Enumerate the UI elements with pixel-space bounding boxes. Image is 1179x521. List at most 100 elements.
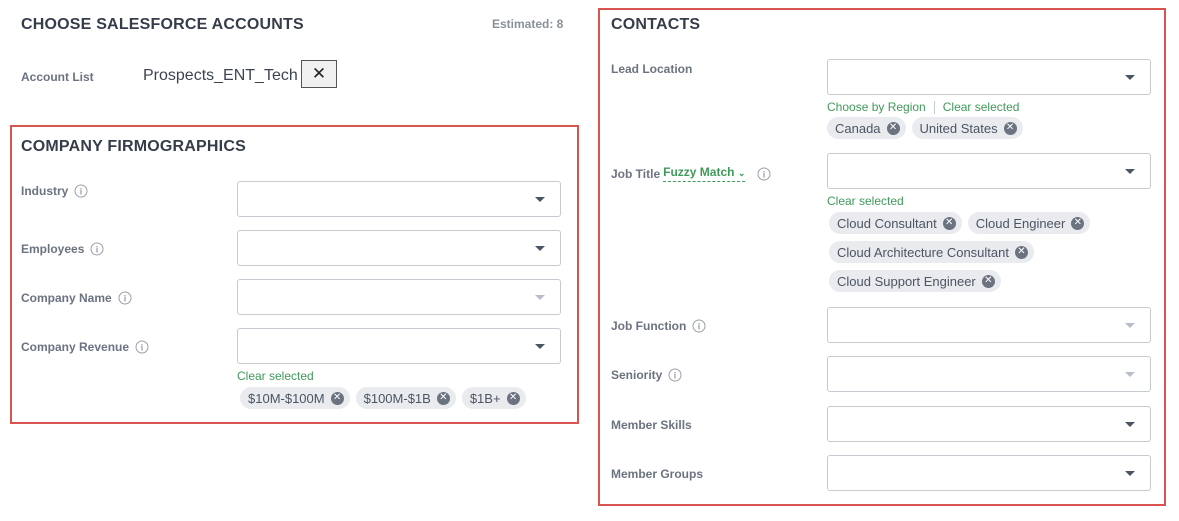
location-chip-list: Canada ✕ United States ✕ [827, 117, 1023, 139]
lead-location-select[interactable] [827, 59, 1151, 95]
svg-text:i: i [141, 343, 144, 353]
chip-label: Cloud Architecture Consultant [837, 244, 1009, 260]
remove-chip-icon[interactable]: ✕ [886, 121, 900, 135]
revenue-clear-selected-link[interactable]: Clear selected [237, 369, 314, 383]
chevron-down-icon [1125, 323, 1135, 328]
info-icon[interactable]: i [118, 291, 132, 305]
member-groups-select[interactable] [827, 455, 1151, 491]
member-groups-label: Member Groups [611, 467, 704, 481]
company-revenue-select[interactable] [237, 328, 561, 364]
fuzzy-match-toggle[interactable]: Fuzzy Match ⌄ [663, 165, 746, 182]
company-revenue-label: Company Revenue i [21, 340, 149, 354]
job-title-label-text: Job Title [611, 166, 661, 181]
account-list-value: Prospects_ENT_Tech [143, 67, 298, 84]
firmographics-section-title: COMPANY FIRMOGRAPHICS [21, 138, 246, 155]
remove-chip-icon[interactable]: ✕ [1014, 245, 1028, 259]
revenue-chip: $10M-$100M ✕ [240, 387, 350, 409]
chevron-down-icon [535, 197, 545, 202]
job-title-clear-selected-link[interactable]: Clear selected [827, 194, 904, 208]
job-title-chip: Cloud Engineer ✕ [967, 212, 1091, 234]
lead-location-label: Lead Location [611, 62, 693, 76]
chip-label: $100M-$1B [363, 390, 431, 406]
industry-select[interactable] [237, 181, 561, 217]
seniority-select[interactable] [827, 356, 1151, 392]
close-icon: ✕ [311, 64, 327, 83]
info-icon[interactable]: i [74, 184, 88, 198]
chevron-down-icon [1125, 75, 1135, 80]
chip-label: United States [919, 120, 998, 136]
job-title-chip-row-2: Cloud Architecture Consultant ✕ [829, 241, 1034, 263]
member-skills-select[interactable] [827, 406, 1151, 442]
account-list-label: Account List [21, 70, 94, 84]
chevron-down-icon [535, 295, 545, 300]
employees-select[interactable] [237, 230, 561, 266]
job-title-label: Job Title Fuzzy Match ⌄ i [611, 165, 771, 182]
remove-chip-icon[interactable]: ✕ [506, 391, 520, 405]
remove-chip-icon[interactable]: ✕ [981, 274, 995, 288]
industry-label: Industry i [21, 184, 88, 198]
company-name-select[interactable] [237, 279, 561, 315]
info-icon[interactable]: i [135, 340, 149, 354]
employees-label: Employees i [21, 242, 104, 256]
info-icon[interactable]: i [668, 368, 682, 382]
contacts-section-title: CONTACTS [611, 16, 701, 33]
revenue-chip: $100M-$1B ✕ [355, 387, 456, 409]
location-chip: Canada ✕ [827, 117, 906, 139]
chip-label: Cloud Support Engineer [837, 273, 976, 289]
chip-label: Cloud Engineer [975, 215, 1066, 231]
chevron-down-icon: ⌄ [737, 168, 746, 178]
chevron-down-icon [1125, 372, 1135, 377]
company-name-label: Company Name i [21, 291, 132, 305]
revenue-chip: $1B+ ✕ [461, 387, 526, 409]
job-function-select[interactable] [827, 307, 1151, 343]
svg-text:i: i [674, 371, 677, 381]
chevron-down-icon [1125, 169, 1135, 174]
remove-chip-icon[interactable]: ✕ [1003, 121, 1017, 135]
job-function-label-text: Job Function [611, 319, 687, 333]
chip-label: Cloud Consultant [837, 215, 937, 231]
chevron-down-icon [1125, 422, 1135, 427]
location-chip: United States ✕ [911, 117, 1023, 139]
svg-text:i: i [123, 294, 126, 304]
svg-text:i: i [763, 169, 766, 179]
lead-location-actions: Choose by Region Clear selected [827, 100, 1019, 114]
job-title-chip: Cloud Architecture Consultant ✕ [829, 241, 1034, 263]
fuzzy-match-label: Fuzzy Match [663, 165, 735, 179]
info-icon[interactable]: i [90, 242, 104, 256]
job-title-chip-row-3: Cloud Support Engineer ✕ [829, 270, 1001, 292]
accounts-section-title: CHOOSE SALESFORCE ACCOUNTS [21, 16, 304, 33]
choose-by-region-link[interactable]: Choose by Region [827, 100, 926, 114]
chevron-down-icon [1125, 471, 1135, 476]
employees-label-text: Employees [21, 242, 85, 256]
seniority-label-text: Seniority [611, 368, 663, 382]
job-title-select[interactable] [827, 153, 1151, 189]
location-clear-selected-link[interactable]: Clear selected [943, 100, 1020, 114]
estimated-count: Estimated: 8 [492, 17, 564, 31]
chip-label: $10M-$100M [248, 390, 325, 406]
seniority-label: Seniority i [611, 368, 682, 382]
industry-label-text: Industry [21, 184, 69, 198]
remove-chip-icon[interactable]: ✕ [942, 216, 956, 230]
remove-chip-icon[interactable]: ✕ [1071, 216, 1085, 230]
remove-chip-icon[interactable]: ✕ [330, 391, 344, 405]
svg-text:i: i [96, 245, 99, 255]
job-title-chip: Cloud Support Engineer ✕ [829, 270, 1001, 292]
chip-label: $1B+ [469, 390, 501, 406]
svg-text:i: i [698, 322, 701, 332]
company-revenue-label-text: Company Revenue [21, 340, 130, 354]
svg-text:i: i [80, 187, 83, 197]
job-title-chip-row-1: Cloud Consultant ✕ Cloud Engineer ✕ [829, 212, 1091, 234]
job-title-chip: Cloud Consultant ✕ [829, 212, 962, 234]
chevron-down-icon [535, 344, 545, 349]
divider [933, 100, 935, 114]
chevron-down-icon [535, 246, 545, 251]
info-icon[interactable]: i [757, 167, 771, 181]
revenue-chip-list: $10M-$100M ✕ $100M-$1B ✕ $1B+ ✕ [240, 387, 526, 409]
info-icon[interactable]: i [692, 319, 706, 333]
company-name-label-text: Company Name [21, 291, 112, 305]
member-skills-label: Member Skills [611, 418, 692, 432]
chip-label: Canada [835, 120, 881, 136]
account-list-clear-button[interactable]: ✕ [301, 60, 337, 88]
remove-chip-icon[interactable]: ✕ [436, 391, 450, 405]
job-function-label: Job Function i [611, 319, 706, 333]
